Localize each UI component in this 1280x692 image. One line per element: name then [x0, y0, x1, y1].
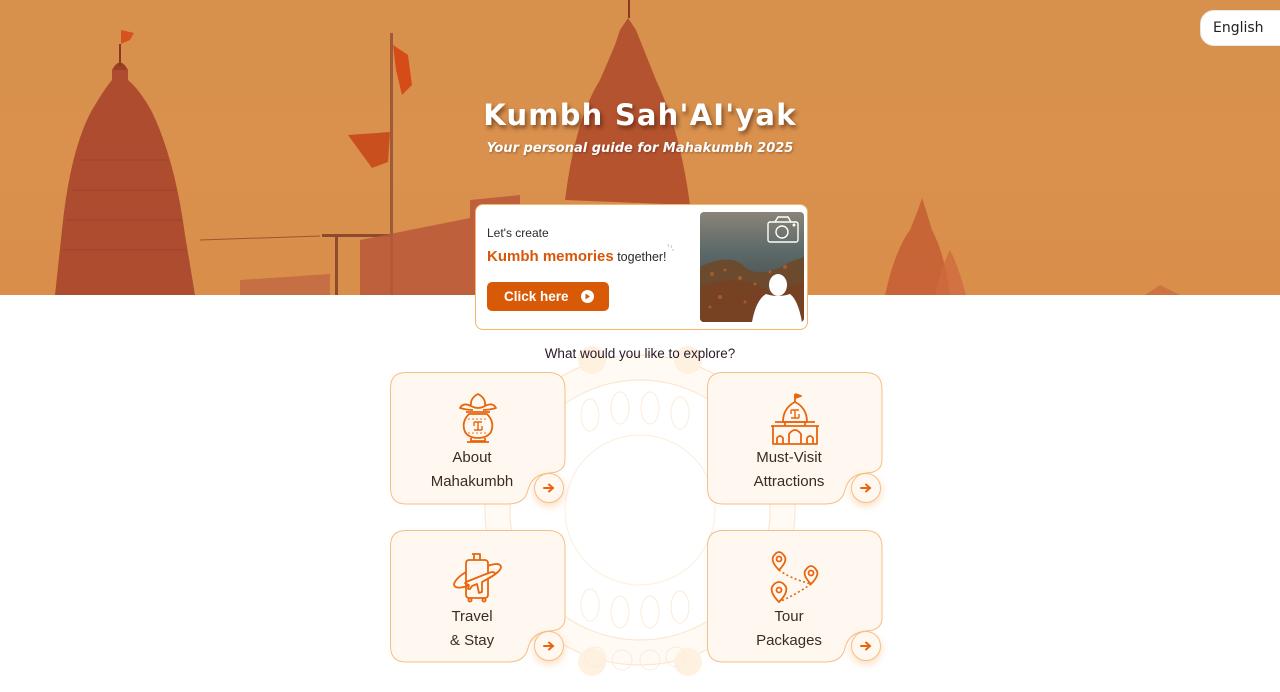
kalash-icon — [459, 393, 497, 443]
explore-heading: What would you like to explore? — [544, 346, 736, 361]
luggage-plane-icon — [453, 553, 502, 603]
memories-tagline: Kumbh memories together! — [487, 248, 667, 265]
arrow-right-icon — [860, 483, 872, 493]
temple-icon — [771, 393, 819, 445]
click-here-label: Click here — [504, 289, 569, 304]
arrow-right-icon — [543, 641, 555, 651]
tile-tour-packages[interactable]: Tour Packages — [707, 530, 883, 663]
tile-travel-stay[interactable]: Travel & Stay — [390, 530, 566, 663]
memories-tagline-rest: together! — [617, 250, 667, 264]
memories-photo[interactable] — [700, 212, 804, 322]
tile-arrow-button[interactable] — [534, 631, 564, 661]
app-title: Kumbh Sah'AI'yak — [483, 98, 797, 132]
click-here-button[interactable]: Click here — [487, 282, 609, 311]
tile-arrow-button[interactable] — [851, 631, 881, 661]
memories-intro-text: Let's create — [487, 226, 549, 240]
map-route-icon — [770, 551, 819, 604]
language-selector[interactable]: English — [1200, 10, 1280, 46]
memories-highlight: Kumbh memories — [487, 248, 614, 265]
tile-label: About Mahakumbh — [430, 449, 514, 490]
language-label: English — [1213, 20, 1264, 36]
tile-arrow-button[interactable] — [851, 473, 881, 503]
tile-label: Travel & Stay — [449, 608, 495, 649]
play-icon — [580, 290, 594, 303]
arrow-right-icon — [860, 641, 872, 651]
tile-label: Must-Visit Attractions — [753, 449, 825, 490]
app-subtitle: Your personal guide for Mahakumbh 2025 — [486, 141, 794, 156]
arrow-right-icon — [543, 483, 555, 493]
tile-must-visit-attractions[interactable]: Must-Visit Attractions — [707, 372, 883, 505]
tile-about-mahakumbh[interactable]: About Mahakumbh — [390, 372, 566, 505]
tile-arrow-button[interactable] — [534, 473, 564, 503]
sparkle-icon — [667, 243, 674, 251]
memories-card: Let's create Kumbh memories together! Cl… — [475, 204, 808, 330]
tile-label: Tour Packages — [756, 608, 822, 649]
